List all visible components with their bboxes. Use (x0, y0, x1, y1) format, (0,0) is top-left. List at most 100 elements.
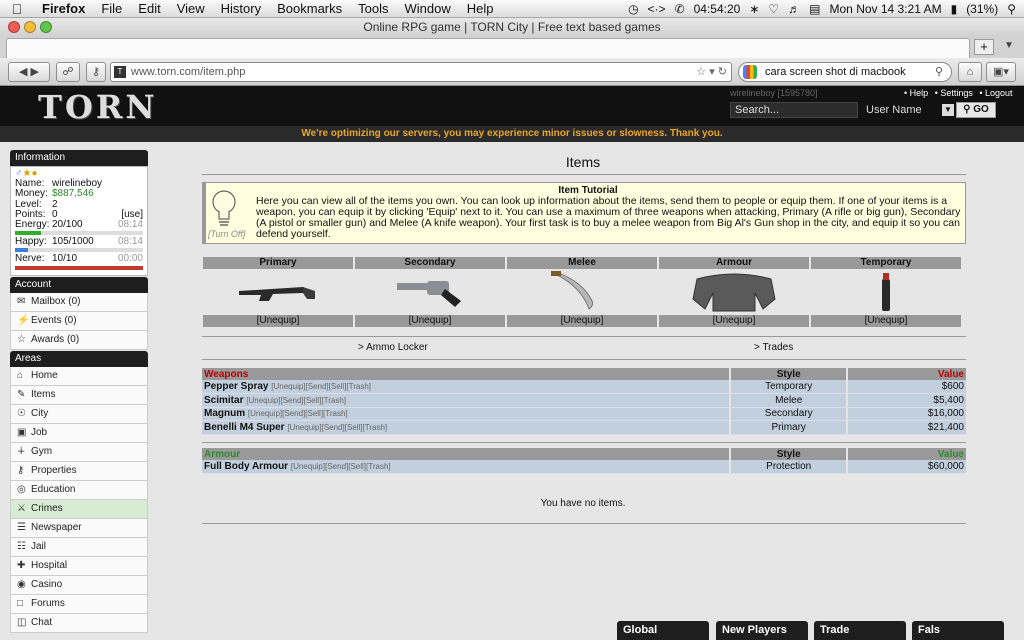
sidebar-item-home[interactable]: ⌂ Home (10, 366, 148, 386)
sidebar-item-crimes[interactable]: ⚔ Crimes (10, 499, 148, 519)
calendar-icon[interactable]: ▤ (809, 2, 820, 16)
new-tab-button[interactable]: + (974, 39, 994, 55)
chat-tab-new-players[interactable]: New Players (716, 621, 808, 640)
tab-list-icon[interactable]: ▼ (1004, 40, 1014, 51)
search-type-select[interactable]: User Name ▼ (864, 102, 954, 118)
item-name[interactable]: Magnum (204, 408, 245, 419)
apple-icon[interactable]:  (0, 1, 34, 17)
google-icon[interactable] (743, 65, 757, 79)
search-icon[interactable]: ⚲ (935, 63, 943, 81)
close-window-button[interactable] (8, 21, 20, 33)
unequip-primary-link[interactable]: [Unequip] (203, 315, 353, 327)
sidebar-item-label: Items (31, 389, 56, 401)
sidebar-item-label: Education (31, 484, 76, 496)
wifi-icon[interactable]: ♡ (768, 2, 779, 16)
menu-view[interactable]: View (169, 1, 213, 16)
arrows-icon[interactable]: <·> (648, 2, 666, 16)
sidebar-item-awards[interactable]: ☆ Awards (0) (10, 330, 148, 350)
logout-link[interactable]: • Logout (979, 88, 1012, 98)
sidebar-item-mailbox[interactable]: ✉ Mailbox (0) (10, 292, 148, 312)
addons-icon[interactable]: ▣▾ (986, 62, 1016, 82)
sidebar-item-hospital[interactable]: ✚ Hospital (10, 556, 148, 576)
menu-window[interactable]: Window (397, 1, 459, 16)
ammo-locker-link[interactable]: > Ammo Locker (358, 342, 428, 353)
chevron-down-icon[interactable]: ▼ (942, 104, 954, 116)
volume-icon[interactable]: ♬ (788, 2, 800, 16)
menu-help[interactable]: Help (459, 1, 502, 16)
menu-history[interactable]: History (213, 1, 269, 16)
sidebar-item-items[interactable]: ✎ Items (10, 385, 148, 405)
search-value[interactable]: cara screen shot di macbook (765, 66, 906, 78)
url-text[interactable]: www.torn.com/item.php (131, 66, 245, 78)
spotlight-icon[interactable]: ⚲ (1007, 2, 1016, 16)
battery-icon[interactable]: ▮ (951, 2, 958, 16)
unequip-secondary-link[interactable]: [Unequip] (355, 315, 505, 327)
chat-tab-global[interactable]: Global (617, 621, 709, 640)
sidebar-item-newspaper[interactable]: ☰ Newspaper (10, 518, 148, 538)
item-actions[interactable]: [Unequip][Send][Sell][Trash] (287, 423, 387, 432)
sidebar-item-events[interactable]: ⚡ Events (0) (10, 311, 148, 331)
header-search-input[interactable]: Search... (730, 102, 858, 118)
menu-app[interactable]: Firefox (34, 1, 93, 16)
sidebar-item-properties[interactable]: ⚷ Properties (10, 461, 148, 481)
pepper-spray-icon[interactable] (811, 269, 961, 315)
bookmarks-icon[interactable]: ☍ (56, 62, 80, 82)
time-machine-icon[interactable]: ◷ (628, 2, 638, 16)
sidebar-item-casino[interactable]: ◉ Casino (10, 575, 148, 595)
scimitar-icon[interactable] (507, 269, 657, 315)
shotgun-icon[interactable] (203, 269, 353, 315)
back-forward-button[interactable]: ◀ ▶ (8, 62, 50, 82)
dumbbell-icon: ∔ (17, 446, 26, 458)
menu-bookmarks[interactable]: Bookmarks (269, 1, 350, 16)
sidebar-item-jail[interactable]: ☷ Jail (10, 537, 148, 557)
mail-icon: ✉ (17, 296, 26, 308)
armour-header: Armour (202, 448, 729, 460)
chat-tab-fals[interactable]: Fals (912, 621, 1004, 640)
home-icon[interactable]: ⌂ (958, 62, 982, 82)
zoom-window-button[interactable] (40, 21, 52, 33)
item-actions[interactable]: [Unequip][Send][Sell][Trash] (271, 382, 371, 391)
unequip-melee-link[interactable]: [Unequip] (507, 315, 657, 327)
revolver-icon[interactable] (355, 269, 505, 315)
help-link[interactable]: • Help (904, 88, 928, 98)
menu-file[interactable]: File (93, 1, 130, 16)
trades-link[interactable]: > Trades (754, 342, 793, 353)
body-armour-icon[interactable] (659, 269, 809, 315)
unequip-temporary-link[interactable]: [Unequip] (811, 315, 961, 327)
sidebar-item-chat[interactable]: ◫ Chat (10, 613, 148, 633)
item-actions[interactable]: [Unequip][Send][Sell][Trash] (248, 409, 348, 418)
bookmark-star-icon[interactable]: ☆ (696, 66, 706, 78)
minimize-window-button[interactable] (24, 21, 36, 33)
item-name[interactable]: Benelli M4 Super (204, 422, 285, 433)
phone-clock-icon[interactable]: ✆ (675, 2, 685, 16)
url-dropdown-icon[interactable]: ▾ (709, 66, 715, 78)
turn-off-tutorial-link[interactable]: [Turn Off] (208, 229, 245, 239)
sidebar-item-forums[interactable]: □ Forums (10, 594, 148, 614)
item-name[interactable]: Scimitar (204, 395, 243, 406)
sidebar: Information ♂★● Name: wirelineboy Money: $… (10, 150, 148, 633)
search-bar[interactable]: cara screen shot di macbook ⚲ (738, 62, 952, 82)
item-name[interactable]: Full Body Armour (204, 461, 288, 472)
sidebar-item-job[interactable]: ▣ Job (10, 423, 148, 443)
value-header: Value (848, 448, 966, 460)
menubar-datetime[interactable]: Mon Nov 14 3:21 AM (830, 2, 942, 16)
browser-tab[interactable] (6, 38, 970, 58)
url-bar[interactable]: T www.torn.com/item.php ☆ ▾ ↻ (110, 62, 732, 82)
sidebar-item-gym[interactable]: ∔ Gym (10, 442, 148, 462)
unequip-armour-link[interactable]: [Unequip] (659, 315, 809, 327)
item-name[interactable]: Pepper Spray (204, 381, 268, 392)
go-button[interactable]: ⚲ GO (956, 102, 996, 118)
chat-tab-trade[interactable]: Trade (814, 621, 906, 640)
torn-logo[interactable]: TORN (38, 88, 158, 126)
item-actions[interactable]: [Unequip][Send][Sell][Trash] (291, 462, 391, 471)
item-actions[interactable]: [Unequip][Send][Sell][Trash] (246, 396, 346, 405)
menu-tools[interactable]: Tools (350, 1, 396, 16)
key-icon[interactable]: ⚷ (86, 62, 106, 82)
menubar-clock[interactable]: 04:54:20 (694, 2, 741, 16)
sidebar-item-city[interactable]: ☉ City (10, 404, 148, 424)
settings-link[interactable]: • Settings (935, 88, 973, 98)
menu-edit[interactable]: Edit (130, 1, 168, 16)
sidebar-item-education[interactable]: ◎ Education (10, 480, 148, 500)
reload-icon[interactable]: ↻ (718, 66, 727, 78)
bluetooth-icon[interactable]: ∗ (749, 2, 759, 16)
